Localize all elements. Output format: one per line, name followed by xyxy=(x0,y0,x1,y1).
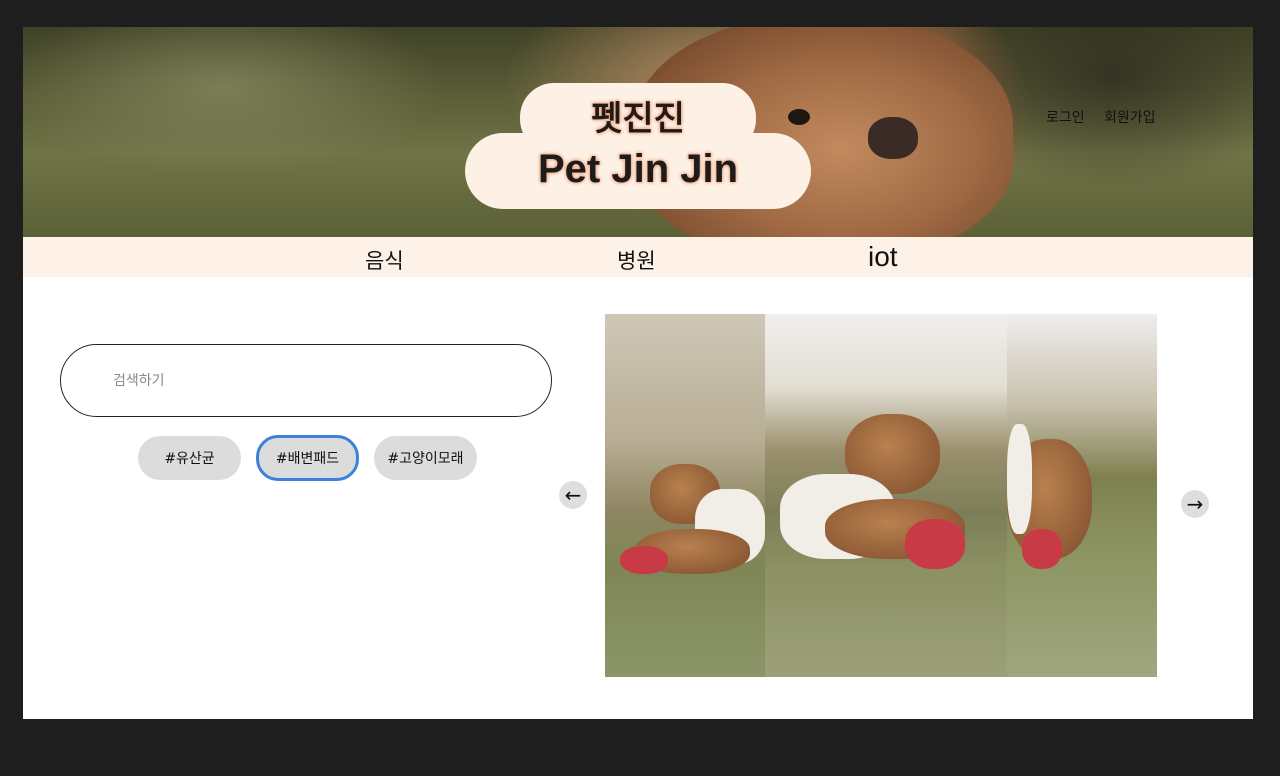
banner-background-blur xyxy=(23,27,503,237)
logo-english[interactable]: Pet Jin Jin xyxy=(465,147,811,192)
dog-toy xyxy=(905,519,965,569)
banner-dog-eye xyxy=(788,109,810,125)
banner-dog-nose xyxy=(868,117,918,159)
nav-item-hospital[interactable]: 병원 xyxy=(617,245,656,275)
arrow-left-icon[interactable]: ← xyxy=(559,481,587,509)
carousel-slide[interactable] xyxy=(1007,314,1157,677)
nav-item-food[interactable]: 음식 xyxy=(365,245,404,275)
dog-shirt xyxy=(1007,424,1032,534)
header-banner: 펫진진 Pet Jin Jin 로그인 회원가입 xyxy=(23,27,1253,237)
dog-toy xyxy=(620,546,668,574)
image-carousel xyxy=(605,314,1157,677)
signup-link[interactable]: 회원가입 xyxy=(1104,107,1156,127)
search-box[interactable] xyxy=(60,344,552,417)
dog-toy xyxy=(1022,529,1062,569)
carousel-slide[interactable] xyxy=(765,314,1007,677)
tag-pee-pad[interactable]: #배변패드 xyxy=(256,435,359,481)
nav-item-iot[interactable]: iot xyxy=(868,241,898,273)
arrow-right-icon[interactable]: → xyxy=(1181,490,1209,518)
carousel-slide[interactable] xyxy=(605,314,765,677)
page: 펫진진 Pet Jin Jin 로그인 회원가입 음식 병원 iot #유산균 … xyxy=(23,27,1253,719)
search-input[interactable] xyxy=(111,371,515,390)
login-link[interactable]: 로그인 xyxy=(1046,107,1085,127)
logo-korean[interactable]: 펫진진 xyxy=(520,91,756,140)
tag-probiotics[interactable]: #유산균 xyxy=(138,436,241,480)
main-nav: 음식 병원 iot xyxy=(23,237,1253,277)
tag-cat-litter[interactable]: #고양이모래 xyxy=(374,436,477,480)
